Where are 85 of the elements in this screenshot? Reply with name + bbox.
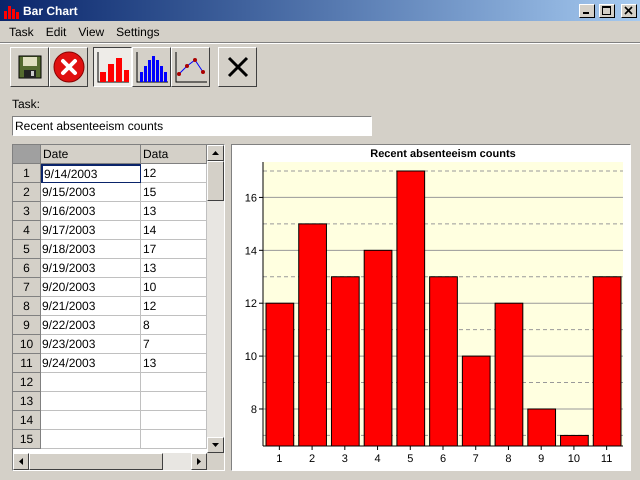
bar-tool-button[interactable] <box>93 46 132 86</box>
table-cell[interactable]: 9/22/2003 <box>41 316 141 335</box>
maximize-button[interactable] <box>599 4 615 18</box>
scroll-up-button[interactable] <box>207 145 224 161</box>
row-header[interactable]: 7 <box>13 278 41 297</box>
histogram-tool-button[interactable] <box>132 46 171 86</box>
bar <box>527 408 556 446</box>
x-tick-label: 11 <box>600 453 612 465</box>
left-arrow-icon <box>19 458 23 465</box>
table-cell[interactable]: 9/21/2003 <box>41 297 141 316</box>
y-tick-label: 14 <box>244 245 257 258</box>
table-cell[interactable]: 9/14/2003 <box>41 164 141 183</box>
menu-item[interactable]: Settings <box>110 22 166 40</box>
cancel-tool-button[interactable] <box>49 46 88 86</box>
save-tool-button[interactable] <box>10 46 49 86</box>
row-header[interactable]: 4 <box>13 221 41 240</box>
bar <box>560 434 589 446</box>
bar-chart-icon <box>96 50 130 84</box>
x-tick-label: 9 <box>538 453 544 465</box>
right-arrow-icon <box>197 458 201 465</box>
table-cell[interactable]: 9/16/2003 <box>41 202 141 221</box>
close-icon <box>624 6 634 15</box>
histogram-icon <box>134 50 168 84</box>
table-cell[interactable] <box>41 411 141 430</box>
table-cell[interactable]: 9/20/2003 <box>41 278 141 297</box>
minimize-button[interactable] <box>579 4 595 18</box>
line-tool-button[interactable] <box>171 46 210 86</box>
window-title: Bar Chart <box>23 2 79 20</box>
table-cell[interactable]: 9/15/2003 <box>41 183 141 202</box>
row-header[interactable]: 13 <box>13 392 41 411</box>
close-tool-button[interactable] <box>218 46 257 86</box>
row-header[interactable]: 8 <box>13 297 41 316</box>
table-cell[interactable]: 9/24/2003 <box>41 354 141 373</box>
horizontal-scrollbar[interactable] <box>13 453 224 470</box>
scroll-down-button[interactable] <box>207 437 224 453</box>
x-tick-label: 5 <box>407 453 414 465</box>
row-header[interactable]: 11 <box>13 354 41 373</box>
x-tick-label: 3 <box>342 453 348 465</box>
x-tick-label: 10 <box>568 453 580 465</box>
y-tick-label: 12 <box>244 298 257 310</box>
row-header[interactable]: 9 <box>13 316 41 335</box>
row-header[interactable]: 15 <box>13 430 41 449</box>
table-cell[interactable]: 9/18/2003 <box>41 240 141 259</box>
menu-item[interactable]: Edit <box>40 22 72 40</box>
row-header[interactable]: 2 <box>13 183 41 202</box>
y-tick-label: 8 <box>250 404 257 416</box>
maximize-icon <box>602 6 612 15</box>
chart-title: Recent absenteeism counts <box>370 148 516 160</box>
y-tick-label: 10 <box>244 351 257 364</box>
close-button[interactable] <box>621 4 637 18</box>
row-header[interactable]: 12 <box>13 373 41 392</box>
task-field[interactable]: Recent absenteeism counts <box>12 116 372 136</box>
task-label: Task: <box>12 96 42 113</box>
scroll-thumb[interactable] <box>207 161 224 201</box>
row-header[interactable]: 1 <box>13 164 41 183</box>
x-tick-label: 2 <box>309 453 316 465</box>
row-header[interactable]: 5 <box>13 240 41 259</box>
x-tick-label: 1 <box>276 453 282 465</box>
column-header[interactable]: Date <box>41 145 141 164</box>
row-header[interactable]: 3 <box>13 202 41 221</box>
scroll-right-button[interactable] <box>191 453 207 470</box>
up-arrow-icon <box>212 151 219 155</box>
table-cell[interactable] <box>41 392 141 411</box>
x-tick-label: 8 <box>505 453 512 465</box>
table-cell[interactable] <box>41 430 141 449</box>
x-tick-label: 7 <box>472 453 479 465</box>
table-cell[interactable]: 9/23/2003 <box>41 335 141 354</box>
x-tick-label: 6 <box>440 453 446 465</box>
table-cell[interactable] <box>41 373 141 392</box>
x-tick-label: 4 <box>374 453 381 465</box>
row-header[interactable]: 14 <box>13 411 41 430</box>
menu-item[interactable]: View <box>72 22 110 40</box>
cancel-icon <box>52 50 86 84</box>
y-tick-label: 16 <box>244 192 257 204</box>
row-header[interactable]: 10 <box>13 335 41 354</box>
scrollbar-corner <box>207 453 224 470</box>
down-arrow-icon <box>212 443 219 447</box>
scroll-left-button[interactable] <box>13 453 29 470</box>
table-cell[interactable]: 9/19/2003 <box>41 259 141 278</box>
menu-item[interactable]: Task <box>3 22 40 40</box>
vertical-scrollbar[interactable] <box>207 145 224 453</box>
row-header[interactable]: 6 <box>13 259 41 278</box>
scroll-thumb[interactable] <box>29 453 163 470</box>
line-chart-icon <box>174 50 208 84</box>
table-cell[interactable]: 9/17/2003 <box>41 221 141 240</box>
